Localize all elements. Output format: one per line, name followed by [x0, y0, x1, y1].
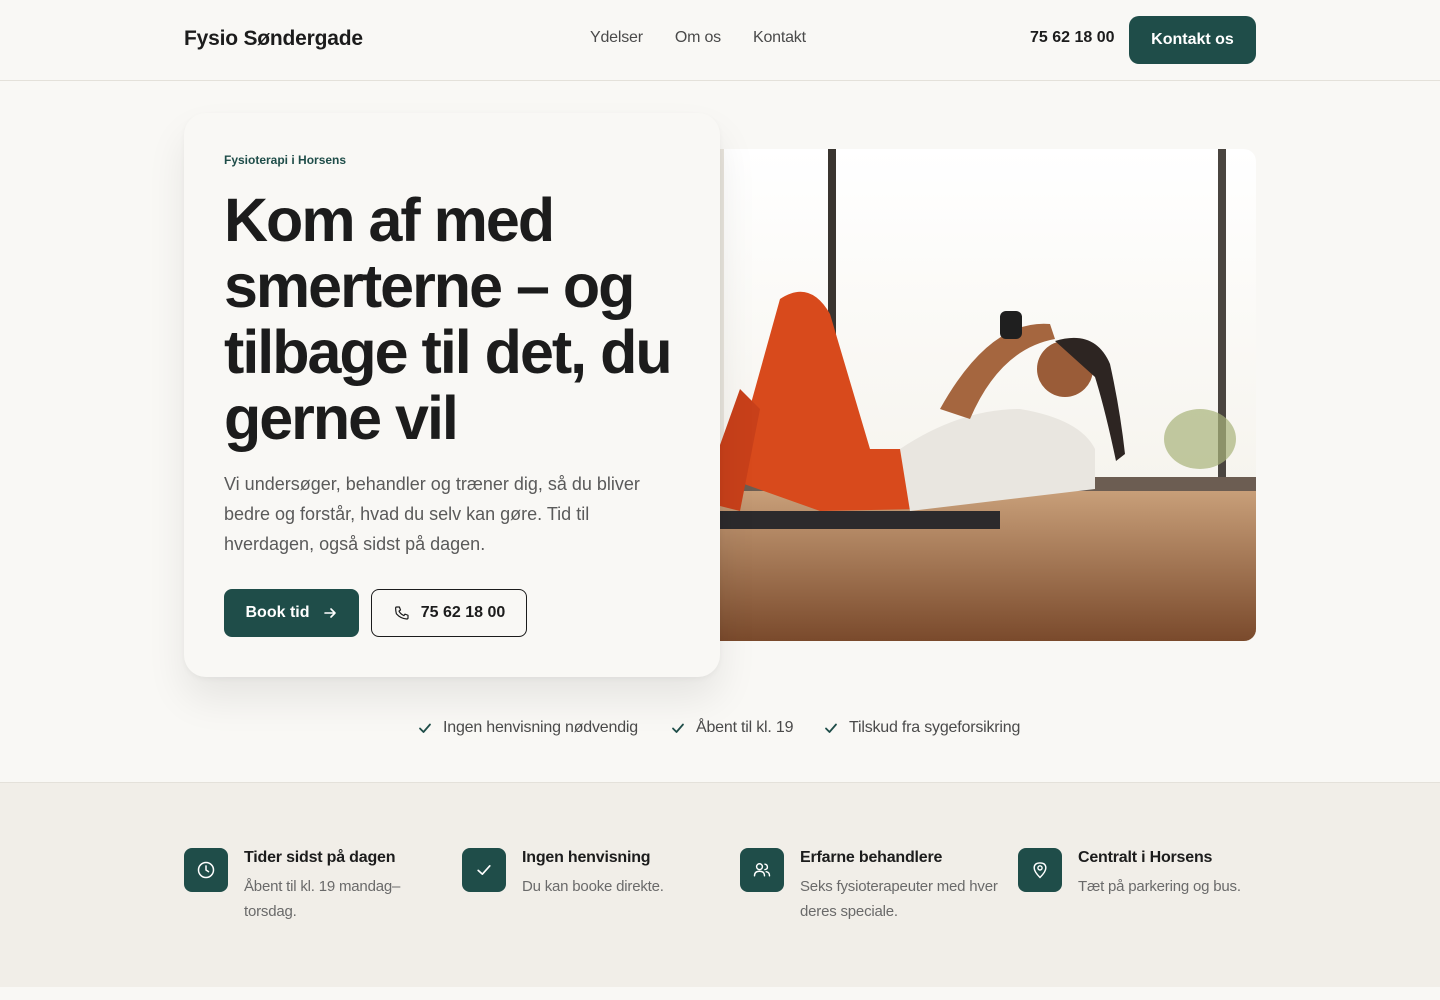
main-nav: Ydelser Om os Kontakt: [590, 29, 806, 47]
check-icon: [672, 723, 684, 733]
feature-desc: Åbent til kl. 19 mandag–torsdag.: [244, 878, 401, 920]
header-phone-link[interactable]: 75 62 18 00: [1030, 29, 1115, 47]
feature-desc: Seks fysioterapeuter med hver deres spec…: [800, 878, 998, 920]
trust-label: Ingen henvisning nødvendig: [443, 719, 638, 736]
trust-label: Åbent til kl. 19: [696, 719, 794, 736]
feature-desc: Du kan booke direkte.: [522, 878, 664, 895]
map-pin-icon: [1018, 848, 1062, 892]
brand-logo[interactable]: Fysio Søndergade: [184, 27, 363, 51]
clock-icon: [184, 848, 228, 892]
arrow-right-icon: [323, 608, 336, 618]
trust-row: Ingen henvisning nødvendig Åbent til kl.…: [0, 719, 1440, 741]
feature-desc: Tæt på parkering og bus.: [1078, 878, 1241, 895]
check-icon: [419, 723, 431, 733]
phone-icon: [394, 606, 409, 620]
nav-item-om-os[interactable]: Om os: [675, 29, 721, 47]
footer-strip: [0, 987, 1440, 1000]
trust-item-insurance: Tilskud fra sygeforsikring: [823, 719, 1020, 737]
trust-item-referral: Ingen henvisning nødvendig: [417, 719, 638, 737]
woman-doing-situps-photo: [700, 149, 1256, 641]
contact-button[interactable]: Kontakt os: [1129, 16, 1256, 64]
users-icon: [740, 848, 784, 892]
nav-item-kontakt[interactable]: Kontakt: [753, 29, 806, 47]
hero-card: Fysioterapi i Horsens Kom af med smerter…: [184, 113, 720, 677]
feature-title: Tider sidst på dagen: [244, 849, 396, 866]
call-button-label: 75 62 18 00: [420, 604, 506, 621]
call-button[interactable]: 75 62 18 00: [371, 589, 527, 637]
features-section: Tider sidst på dagen Åbent til kl. 19 ma…: [0, 782, 1440, 987]
hero-lead: Vi undersøger, behandler og træner dig, …: [224, 474, 640, 554]
feature-title: Erfarne behandlere: [800, 849, 943, 866]
hero-photo: [700, 149, 1256, 641]
check-icon: [825, 723, 837, 733]
check-icon: [462, 848, 506, 892]
nav-item-ydelser[interactable]: Ydelser: [590, 29, 643, 47]
hero-eyebrow: Fysioterapi i Horsens: [224, 153, 347, 167]
feature-title: Centralt i Horsens: [1078, 849, 1213, 866]
hero-headline: Kom af med smerterne – og tilbage til de…: [224, 186, 673, 452]
book-button[interactable]: Book tid: [224, 589, 359, 637]
trust-item-hours: Åbent til kl. 19: [670, 719, 794, 737]
feature-title: Ingen henvisning: [522, 849, 651, 866]
site-header: Fysio Søndergade Ydelser Om os Kontakt 7…: [0, 0, 1440, 81]
trust-label: Tilskud fra sygeforsikring: [849, 719, 1021, 736]
book-button-label: Book tid: [245, 604, 310, 621]
